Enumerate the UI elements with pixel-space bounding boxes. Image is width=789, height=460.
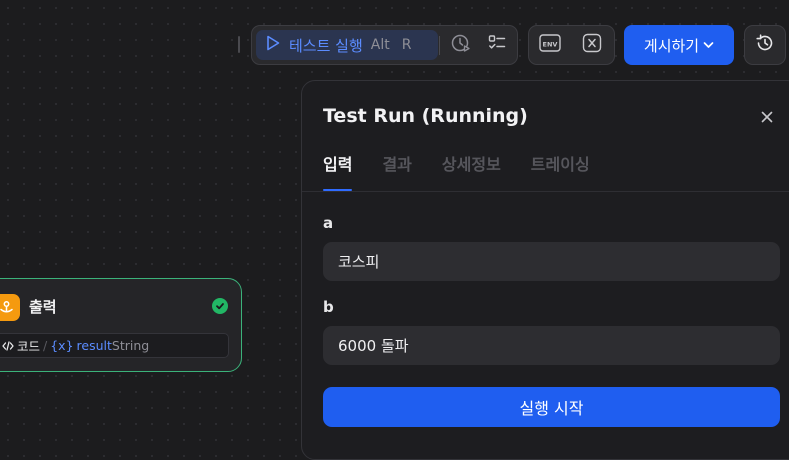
- toolbar-divider: [439, 36, 440, 55]
- chevron-down-icon: [703, 41, 714, 49]
- close-button[interactable]: [757, 107, 777, 127]
- code-icon: [2, 340, 14, 352]
- env-toolbar: ENV: [528, 25, 615, 65]
- field-label-a: a: [323, 214, 334, 232]
- toolbar-separator: [238, 36, 240, 53]
- close-icon: [761, 111, 773, 123]
- output-node-icon: [0, 294, 20, 321]
- test-run-panel: Test Run (Running) 입력 결과 상세정보 트레이싱 a 코스피…: [301, 80, 789, 460]
- variable-icon: {x}: [50, 338, 74, 353]
- history-icon: [755, 33, 775, 57]
- start-run-button[interactable]: 실행 시작: [323, 387, 780, 427]
- test-run-toolbar: 테스트 실행 Alt R: [251, 25, 518, 65]
- variable-source: 코드: [17, 339, 41, 354]
- run-history-button[interactable]: [447, 31, 475, 59]
- tab-details[interactable]: 상세정보: [442, 151, 501, 191]
- clock-play-icon: [451, 33, 471, 57]
- checklist-icon: [488, 34, 506, 56]
- variables-button[interactable]: [578, 31, 606, 59]
- field-label-b: b: [323, 298, 334, 316]
- tabs-divider: [302, 191, 789, 192]
- panel-tabs: 입력 결과 상세정보 트레이싱: [323, 151, 620, 191]
- variable-type: String: [111, 338, 150, 353]
- field-input-a[interactable]: 코스피: [323, 242, 780, 281]
- checklist-button[interactable]: [483, 31, 511, 59]
- start-run-label: 실행 시작: [519, 399, 584, 418]
- svg-text:ENV: ENV: [543, 41, 558, 49]
- field-input-b[interactable]: 6000 돌파: [323, 326, 780, 365]
- play-icon: [266, 35, 280, 55]
- shortcut-key-r: R: [401, 37, 412, 53]
- variable-separator: /: [43, 338, 48, 353]
- output-node[interactable]: 출력 코드 / {x} result String: [0, 278, 242, 372]
- panel-title: Test Run (Running): [323, 105, 528, 127]
- test-run-label: 테스트 실행: [289, 36, 363, 55]
- tab-input[interactable]: 입력: [323, 151, 353, 191]
- shortcut-key-alt: Alt: [370, 37, 390, 53]
- version-history-button[interactable]: [744, 25, 786, 65]
- publish-button[interactable]: 게시하기: [624, 25, 734, 65]
- node-title: 출력: [29, 298, 57, 316]
- variable-name: result: [76, 338, 112, 353]
- success-check-icon: [212, 298, 228, 314]
- output-variable[interactable]: 코드 / {x} result String: [0, 333, 229, 358]
- tab-tracing[interactable]: 트레이싱: [531, 151, 590, 191]
- env-button[interactable]: ENV: [536, 31, 564, 59]
- field-value-b: 6000 돌파: [338, 337, 409, 355]
- field-value-a: 코스피: [338, 253, 380, 271]
- test-run-button[interactable]: 테스트 실행 Alt R: [256, 30, 438, 60]
- tab-result[interactable]: 결과: [382, 151, 411, 191]
- publish-label: 게시하기: [643, 36, 700, 55]
- variable-x-icon: [582, 33, 602, 57]
- env-icon: ENV: [539, 33, 561, 57]
